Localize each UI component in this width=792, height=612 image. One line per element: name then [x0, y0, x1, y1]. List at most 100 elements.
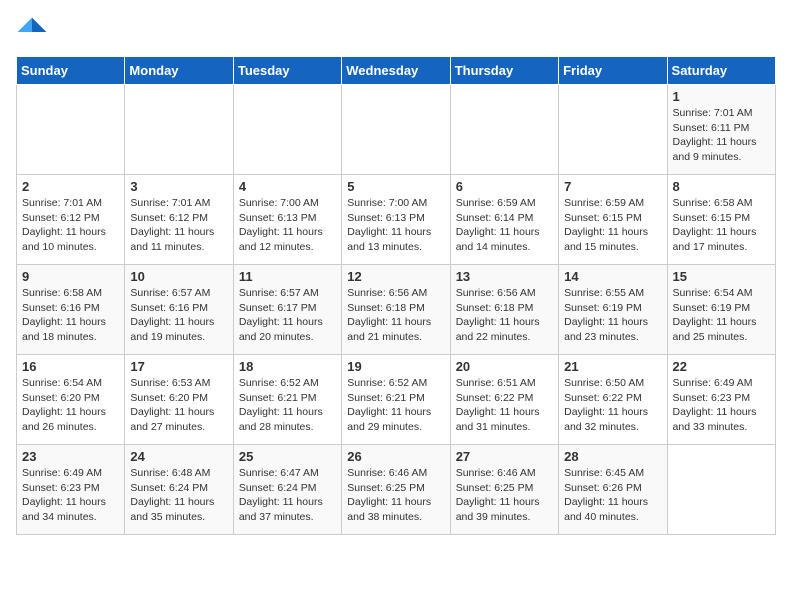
day-number: 9	[22, 269, 119, 284]
calendar-table: SundayMondayTuesdayWednesdayThursdayFrid…	[16, 56, 776, 535]
day-info: Sunrise: 6:58 AM Sunset: 6:16 PM Dayligh…	[22, 286, 119, 345]
day-cell	[17, 85, 125, 175]
day-info: Sunrise: 7:00 AM Sunset: 6:13 PM Dayligh…	[239, 196, 336, 255]
day-number: 10	[130, 269, 227, 284]
day-cell	[559, 85, 667, 175]
day-cell: 2Sunrise: 7:01 AM Sunset: 6:12 PM Daylig…	[17, 175, 125, 265]
day-info: Sunrise: 7:01 AM Sunset: 6:11 PM Dayligh…	[673, 106, 770, 165]
day-number: 28	[564, 449, 661, 464]
day-number: 16	[22, 359, 119, 374]
day-cell: 25 Sunrise: 6:47 AM Sunset: 6:24 PM Dayli…	[233, 445, 341, 535]
day-cell: 1 Sunrise: 7:01 AM Sunset: 6:11 PM Daylig…	[667, 85, 775, 175]
day-info: Sunrise: 6:57 AM Sunset: 6:17 PM Dayligh…	[239, 286, 336, 345]
day-cell: 9 Sunrise: 6:58 AM Sunset: 6:16 PM Daylig…	[17, 265, 125, 355]
day-number: 15	[673, 269, 770, 284]
day-info: Sunrise: 6:48 AM Sunset: 6:24 PM Dayligh…	[130, 466, 227, 525]
day-info: Sunrise: 6:54 AM Sunset: 6:19 PM Dayligh…	[673, 286, 770, 345]
day-info: Sunrise: 7:00 AM Sunset: 6:13 PM Dayligh…	[347, 196, 444, 255]
day-cell: 13 Sunrise: 6:56 AM Sunset: 6:18 PM Dayli…	[450, 265, 558, 355]
day-info: Sunrise: 6:56 AM Sunset: 6:18 PM Dayligh…	[456, 286, 553, 345]
day-cell: 16 Sunrise: 6:54 AM Sunset: 6:20 PM Dayli…	[17, 355, 125, 445]
day-cell: 10 Sunrise: 6:57 AM Sunset: 6:16 PM Dayli…	[125, 265, 233, 355]
day-number: 27	[456, 449, 553, 464]
day-number: 11	[239, 269, 336, 284]
day-info: Sunrise: 6:59 AM Sunset: 6:15 PM Dayligh…	[564, 196, 661, 255]
day-cell: 24 Sunrise: 6:48 AM Sunset: 6:24 PM Dayli…	[125, 445, 233, 535]
day-cell: 5 Sunrise: 7:00 AM Sunset: 6:13 PM Daylig…	[342, 175, 450, 265]
week-row-4: 16 Sunrise: 6:54 AM Sunset: 6:20 PM Dayli…	[17, 355, 776, 445]
day-number: 5	[347, 179, 444, 194]
col-header-monday: Monday	[125, 57, 233, 85]
day-info: Sunrise: 6:45 AM Sunset: 6:26 PM Dayligh…	[564, 466, 661, 525]
day-number: 17	[130, 359, 227, 374]
week-row-5: 23 Sunrise: 6:49 AM Sunset: 6:23 PM Dayli…	[17, 445, 776, 535]
day-cell	[450, 85, 558, 175]
day-info: Sunrise: 6:51 AM Sunset: 6:22 PM Dayligh…	[456, 376, 553, 435]
week-row-3: 9 Sunrise: 6:58 AM Sunset: 6:16 PM Daylig…	[17, 265, 776, 355]
day-cell: 15 Sunrise: 6:54 AM Sunset: 6:19 PM Dayli…	[667, 265, 775, 355]
day-number: 26	[347, 449, 444, 464]
day-info: Sunrise: 6:52 AM Sunset: 6:21 PM Dayligh…	[239, 376, 336, 435]
col-header-saturday: Saturday	[667, 57, 775, 85]
col-header-thursday: Thursday	[450, 57, 558, 85]
week-row-1: 1 Sunrise: 7:01 AM Sunset: 6:11 PM Daylig…	[17, 85, 776, 175]
day-number: 12	[347, 269, 444, 284]
col-header-friday: Friday	[559, 57, 667, 85]
day-info: Sunrise: 6:47 AM Sunset: 6:24 PM Dayligh…	[239, 466, 336, 525]
day-info: Sunrise: 6:56 AM Sunset: 6:18 PM Dayligh…	[347, 286, 444, 345]
day-cell: 20 Sunrise: 6:51 AM Sunset: 6:22 PM Dayli…	[450, 355, 558, 445]
day-cell	[233, 85, 341, 175]
day-number: 20	[456, 359, 553, 374]
day-number: 8	[673, 179, 770, 194]
day-number: 21	[564, 359, 661, 374]
day-cell	[667, 445, 775, 535]
day-cell: 28 Sunrise: 6:45 AM Sunset: 6:26 PM Dayli…	[559, 445, 667, 535]
day-number: 4	[239, 179, 336, 194]
day-cell: 14Sunrise: 6:55 AM Sunset: 6:19 PM Dayli…	[559, 265, 667, 355]
day-info: Sunrise: 6:57 AM Sunset: 6:16 PM Dayligh…	[130, 286, 227, 345]
day-cell: 11 Sunrise: 6:57 AM Sunset: 6:17 PM Dayli…	[233, 265, 341, 355]
day-cell: 17 Sunrise: 6:53 AM Sunset: 6:20 PM Dayli…	[125, 355, 233, 445]
day-info: Sunrise: 6:55 AM Sunset: 6:19 PM Dayligh…	[564, 286, 661, 345]
day-cell	[125, 85, 233, 175]
day-info: Sunrise: 6:46 AM Sunset: 6:25 PM Dayligh…	[347, 466, 444, 525]
day-info: Sunrise: 7:01 AM Sunset: 6:12 PM Dayligh…	[22, 196, 119, 255]
day-info: Sunrise: 6:49 AM Sunset: 6:23 PM Dayligh…	[673, 376, 770, 435]
day-cell: 3 Sunrise: 7:01 AM Sunset: 6:12 PM Daylig…	[125, 175, 233, 265]
day-cell: 22 Sunrise: 6:49 AM Sunset: 6:23 PM Dayli…	[667, 355, 775, 445]
day-cell: 27 Sunrise: 6:46 AM Sunset: 6:25 PM Dayli…	[450, 445, 558, 535]
day-number: 6	[456, 179, 553, 194]
day-cell: 19 Sunrise: 6:52 AM Sunset: 6:21 PM Dayli…	[342, 355, 450, 445]
day-cell: 4 Sunrise: 7:00 AM Sunset: 6:13 PM Daylig…	[233, 175, 341, 265]
day-number: 24	[130, 449, 227, 464]
day-number: 3	[130, 179, 227, 194]
logo	[16, 16, 52, 48]
day-info: Sunrise: 6:53 AM Sunset: 6:20 PM Dayligh…	[130, 376, 227, 435]
day-cell: 23 Sunrise: 6:49 AM Sunset: 6:23 PM Dayli…	[17, 445, 125, 535]
day-cell: 26 Sunrise: 6:46 AM Sunset: 6:25 PM Dayli…	[342, 445, 450, 535]
day-number: 1	[673, 89, 770, 104]
day-info: Sunrise: 6:54 AM Sunset: 6:20 PM Dayligh…	[22, 376, 119, 435]
day-cell	[342, 85, 450, 175]
logo-icon	[16, 16, 48, 48]
day-info: Sunrise: 6:49 AM Sunset: 6:23 PM Dayligh…	[22, 466, 119, 525]
day-cell: 8 Sunrise: 6:58 AM Sunset: 6:15 PM Daylig…	[667, 175, 775, 265]
day-info: Sunrise: 6:52 AM Sunset: 6:21 PM Dayligh…	[347, 376, 444, 435]
header-row: SundayMondayTuesdayWednesdayThursdayFrid…	[17, 57, 776, 85]
day-number: 23	[22, 449, 119, 464]
day-number: 25	[239, 449, 336, 464]
day-number: 19	[347, 359, 444, 374]
day-cell: 12 Sunrise: 6:56 AM Sunset: 6:18 PM Dayli…	[342, 265, 450, 355]
day-cell: 18 Sunrise: 6:52 AM Sunset: 6:21 PM Dayli…	[233, 355, 341, 445]
day-number: 18	[239, 359, 336, 374]
day-info: Sunrise: 6:58 AM Sunset: 6:15 PM Dayligh…	[673, 196, 770, 255]
day-info: Sunrise: 6:46 AM Sunset: 6:25 PM Dayligh…	[456, 466, 553, 525]
col-header-wednesday: Wednesday	[342, 57, 450, 85]
day-number: 13	[456, 269, 553, 284]
day-info: Sunrise: 7:01 AM Sunset: 6:12 PM Dayligh…	[130, 196, 227, 255]
day-cell: 21Sunrise: 6:50 AM Sunset: 6:22 PM Dayli…	[559, 355, 667, 445]
day-cell: 7 Sunrise: 6:59 AM Sunset: 6:15 PM Daylig…	[559, 175, 667, 265]
day-cell: 6Sunrise: 6:59 AM Sunset: 6:14 PM Daylig…	[450, 175, 558, 265]
day-number: 22	[673, 359, 770, 374]
day-number: 7	[564, 179, 661, 194]
